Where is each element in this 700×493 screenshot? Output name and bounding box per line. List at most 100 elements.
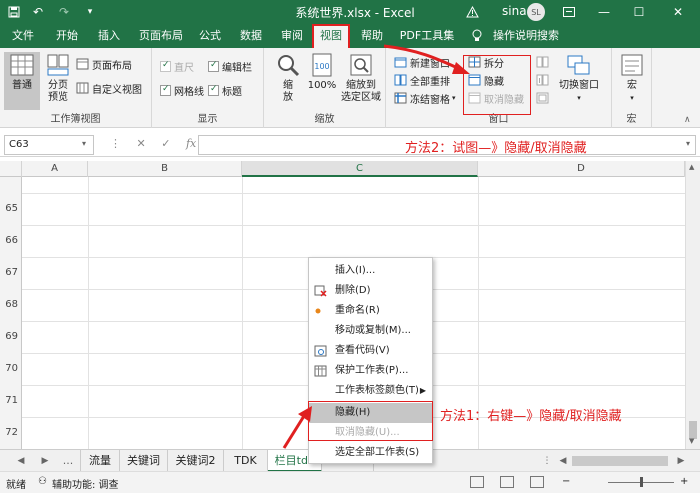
name-box[interactable]: C63 (4, 135, 94, 155)
horizontal-scrollbar-thumb[interactable] (572, 456, 668, 466)
grid-line (88, 177, 89, 449)
zoom-in-icon[interactable]: + (680, 476, 688, 487)
expand-formula-bar-icon[interactable]: ▾ (686, 139, 690, 148)
grid-line (242, 177, 243, 449)
save-icon[interactable] (4, 0, 24, 24)
grid-line (22, 193, 685, 194)
collapse-ribbon-icon[interactable]: ∧ (684, 112, 691, 128)
avatar[interactable]: SL (527, 3, 545, 21)
switch-windows-icon (567, 55, 590, 75)
menu-item-select-all-sheets[interactable]: 选定全部工作表(S) (309, 443, 432, 463)
page-layout-view-button[interactable]: 页面布局 (76, 56, 132, 72)
warning-icon[interactable] (462, 0, 482, 24)
gridlines-checkbox[interactable]: 网格线 (160, 82, 204, 98)
row-header[interactable]: 70 (0, 353, 22, 385)
tab-insert[interactable]: 插入 (90, 24, 128, 48)
menu-item-label: 查看代码(V) (335, 345, 390, 356)
scroll-up-icon[interactable]: ▲ (689, 163, 694, 171)
tab-data[interactable]: 数据 (232, 24, 270, 48)
normal-view-label: 普通 (12, 80, 32, 91)
tab-home[interactable]: 开始 (48, 24, 86, 48)
row-header[interactable]: 65 (0, 193, 22, 225)
synchronous-scrolling-icon[interactable] (536, 72, 552, 88)
maximize-icon[interactable]: ☐ (625, 0, 653, 24)
zoom-slider-knob[interactable] (640, 477, 643, 487)
ribbon-display-icon[interactable] (555, 0, 583, 24)
menu-item-delete[interactable]: 删除(D) (309, 281, 432, 301)
zoom-to-selection-button[interactable]: 缩放到 选定区域 (340, 52, 382, 104)
view-side-by-side-icon[interactable] (536, 54, 552, 70)
normal-view-button[interactable]: 普通 (4, 52, 40, 110)
hscroll-right-icon[interactable]: ▶ (674, 450, 688, 472)
hscroll-left-icon[interactable]: ◀ (556, 450, 570, 472)
switch-windows-button[interactable]: 切换窗口 ▾ (554, 52, 604, 104)
column-header-c[interactable]: C (242, 161, 478, 177)
insert-function-icon[interactable]: fx (186, 137, 196, 150)
close-icon[interactable]: ✕ (664, 0, 692, 24)
customize-icon[interactable]: ▾ (82, 0, 98, 24)
tab-formulas[interactable]: 公式 (192, 24, 228, 48)
sheet-tab[interactable]: 关键词 (120, 450, 168, 472)
menu-item-label: 选定全部工作表(S) (335, 447, 420, 458)
cancel-entry-icon[interactable]: ✕ (137, 137, 146, 150)
prev-sheet-icon[interactable]: ◀ (14, 450, 28, 472)
row-header[interactable]: 68 (0, 289, 22, 321)
select-all-corner[interactable] (0, 161, 22, 177)
name-box-dropdown-icon[interactable]: ▾ (82, 139, 86, 148)
column-header-b[interactable]: B (88, 161, 242, 177)
gridlines-check-icon (160, 84, 171, 96)
custom-views-icon (76, 82, 89, 94)
menu-item-insert[interactable]: 插入(I)... (309, 261, 432, 281)
tab-split-handle[interactable]: ⋮ (540, 450, 554, 472)
zoom-out-icon[interactable]: − (562, 476, 570, 487)
ribbon: 普通 分页 预览 页面布局 自定义视图 工作簿视图 直尺 编辑栏 网格线 (0, 48, 700, 128)
reset-window-position-icon[interactable] (536, 90, 552, 106)
row-header[interactable]: 67 (0, 257, 22, 289)
tell-me-search[interactable]: 操作说明搜索 (488, 24, 564, 48)
ruler-checkbox[interactable]: 直尺 (160, 58, 194, 74)
formula-bar-checkbox[interactable]: 编辑栏 (208, 58, 252, 74)
sheet-tab[interactable]: TDK (224, 450, 268, 472)
scroll-down-icon[interactable]: ▼ (689, 437, 694, 445)
minimize-icon[interactable]: — (590, 0, 618, 24)
row-header-partial[interactable] (0, 177, 22, 193)
undo-icon[interactable]: ↶ (28, 0, 48, 24)
page-break-status-icon[interactable] (530, 476, 544, 488)
headings-checkbox[interactable]: 标题 (208, 82, 242, 98)
sheet-tab[interactable]: 关键词2 (168, 450, 224, 472)
freeze-panes-button[interactable]: 冻结窗格 ▾ (394, 90, 456, 106)
page-break-preview-button[interactable]: 分页 预览 (42, 52, 74, 104)
tab-file[interactable]: 文件 (4, 24, 42, 48)
page-layout-status-icon[interactable] (500, 476, 514, 488)
zoom-selection-icon (350, 54, 372, 76)
menu-item-view-code[interactable]: 查看代码(V) (309, 341, 432, 361)
row-header[interactable]: 66 (0, 225, 22, 257)
menu-item-protect-sheet[interactable]: 保护工作表(P)... (309, 361, 432, 381)
macros-label: 宏 (627, 80, 637, 91)
delete-sheet-icon (314, 285, 327, 297)
next-sheet-icon[interactable]: ▶ (38, 450, 52, 472)
tab-view[interactable]: 视图 (312, 24, 350, 48)
tab-review[interactable]: 审阅 (274, 24, 310, 48)
tab-page-layout[interactable]: 页面布局 (134, 24, 188, 48)
zoom-100-button[interactable]: 100 100% (308, 52, 336, 92)
row-header[interactable]: 72 (0, 417, 22, 449)
column-header-a[interactable]: A (22, 161, 88, 177)
menu-item-rename[interactable]: 重命名(R) (309, 301, 432, 321)
zoom-button[interactable]: 缩 放 (274, 52, 302, 104)
menu-item-tab-color[interactable]: 工作表标签颜色(T) ▶ (309, 381, 432, 401)
normal-view-status-icon[interactable] (470, 476, 484, 488)
column-header-d[interactable]: D (478, 161, 685, 177)
sheet-tab[interactable]: 流量 (80, 450, 120, 472)
accessibility-status[interactable]: 辅助功能: 调查 (52, 476, 119, 491)
row-header[interactable]: 71 (0, 385, 22, 417)
confirm-entry-icon[interactable]: ✓ (161, 137, 170, 150)
menu-item-move-copy[interactable]: 移动或复制(M)... (309, 321, 432, 341)
macros-button[interactable]: 宏 ▾ (618, 52, 646, 104)
custom-views-button[interactable]: 自定义视图 (76, 80, 142, 96)
vertical-scrollbar[interactable]: ▲ ▼ (685, 161, 700, 449)
row-header[interactable]: 69 (0, 321, 22, 353)
more-sheets-button[interactable]: ... (60, 450, 76, 472)
context-hide-highlight (308, 401, 433, 441)
redo-icon[interactable]: ↷ (54, 0, 74, 24)
